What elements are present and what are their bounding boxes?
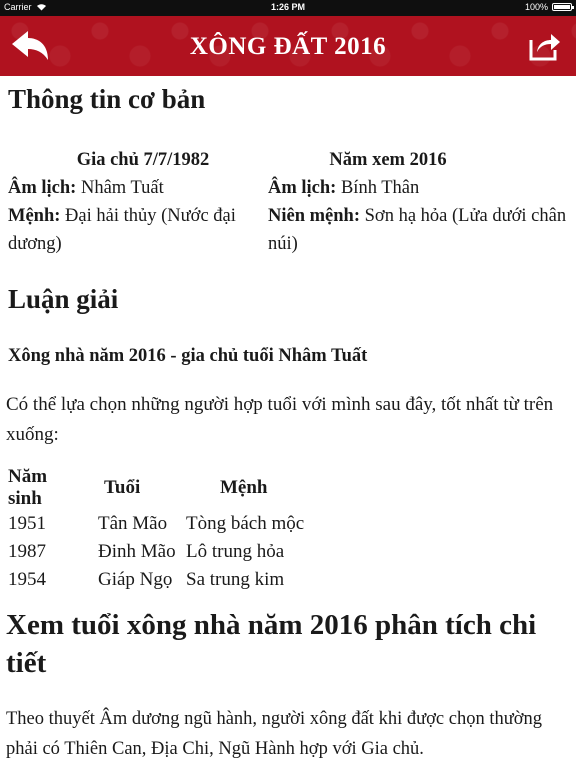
cell-fate: Sa trung kim xyxy=(186,569,285,590)
year-fate-row: Niên mệnh: Sơn hạ hỏa (Lửa dưới chân núi… xyxy=(268,202,568,258)
cell-year: 1951 xyxy=(8,513,46,534)
battery-icon xyxy=(552,3,574,11)
share-icon xyxy=(529,34,560,61)
owner-fate-row: Mệnh: Đại hải thủy (Nước đại dương) xyxy=(8,202,278,258)
table-row: 1951 Tân Mão Tòng bách mộc xyxy=(8,510,308,538)
owner-lunar-row: Âm lịch: Nhâm Tuất xyxy=(8,174,278,202)
battery-group: 100% xyxy=(524,2,574,12)
owner-lunar-value: Nhâm Tuất xyxy=(80,178,164,198)
year-lunar-label: Âm lịch: xyxy=(268,178,337,198)
analysis-intro: Có thể lựa chọn những người hợp tuổi với… xyxy=(6,394,554,445)
cell-fate: Tòng bách mộc xyxy=(186,513,305,534)
year-lunar-value: Bính Thân xyxy=(340,178,420,198)
cell-age: Giáp Ngọ xyxy=(98,569,173,590)
table-header-row: Năm sinh Tuổi Mệnh xyxy=(8,466,308,510)
owner-title: Gia chủ 7/7/1982 xyxy=(76,150,210,170)
basic-info-heading: Thông tin cơ bản xyxy=(8,84,206,114)
status-bar: Carrier 1:26 PM 100% xyxy=(0,0,576,16)
owner-lunar-label: Âm lịch: xyxy=(8,178,77,198)
compatible-years-table: Năm sinh Tuổi Mệnh 1951 Tân Mão Tòng bác… xyxy=(8,466,308,594)
table-row: 1987 Đinh Mão Lô trung hỏa xyxy=(8,538,308,566)
cell-age: Đinh Mão xyxy=(98,541,176,562)
header-fate: Mệnh xyxy=(220,477,268,498)
detail-paragraph: Theo thuyết Âm dương ngũ hành, người xôn… xyxy=(6,709,543,759)
cell-age: Tân Mão xyxy=(98,513,168,534)
owner-fate-label: Mệnh: xyxy=(8,206,61,226)
header-age: Tuổi xyxy=(104,477,141,498)
nav-bar: XÔNG ĐẤT 2016 xyxy=(0,16,576,76)
battery-percent: 100% xyxy=(524,2,548,12)
share-button[interactable] xyxy=(528,30,562,62)
analysis-subheading: Xông nhà năm 2016 - gia chủ tuổi Nhâm Tu… xyxy=(8,346,368,366)
owner-column: Gia chủ 7/7/1982 Âm lịch: Nhâm Tuất Mệnh… xyxy=(8,146,278,258)
status-time: 1:26 PM xyxy=(270,2,305,12)
analysis-heading: Luận giải xyxy=(8,284,119,314)
cell-fate: Lô trung hỏa xyxy=(186,541,285,562)
detail-heading: Xem tuổi xông nhà năm 2016 phân tích chi… xyxy=(6,609,537,679)
table-row: 1954 Giáp Ngọ Sa trung kim xyxy=(8,566,308,594)
cell-year: 1954 xyxy=(8,569,46,590)
year-lunar-row: Âm lịch: Bính Thân xyxy=(268,174,568,202)
year-column: Năm xem 2016 Âm lịch: Bính Thân Niên mện… xyxy=(268,146,568,258)
header-birth-year: Năm sinh xyxy=(8,466,48,509)
year-fate-label: Niên mệnh: xyxy=(268,206,360,226)
year-title: Năm xem 2016 xyxy=(329,150,447,170)
page-title: XÔNG ĐẤT 2016 xyxy=(189,33,387,60)
cell-year: 1987 xyxy=(8,541,46,562)
